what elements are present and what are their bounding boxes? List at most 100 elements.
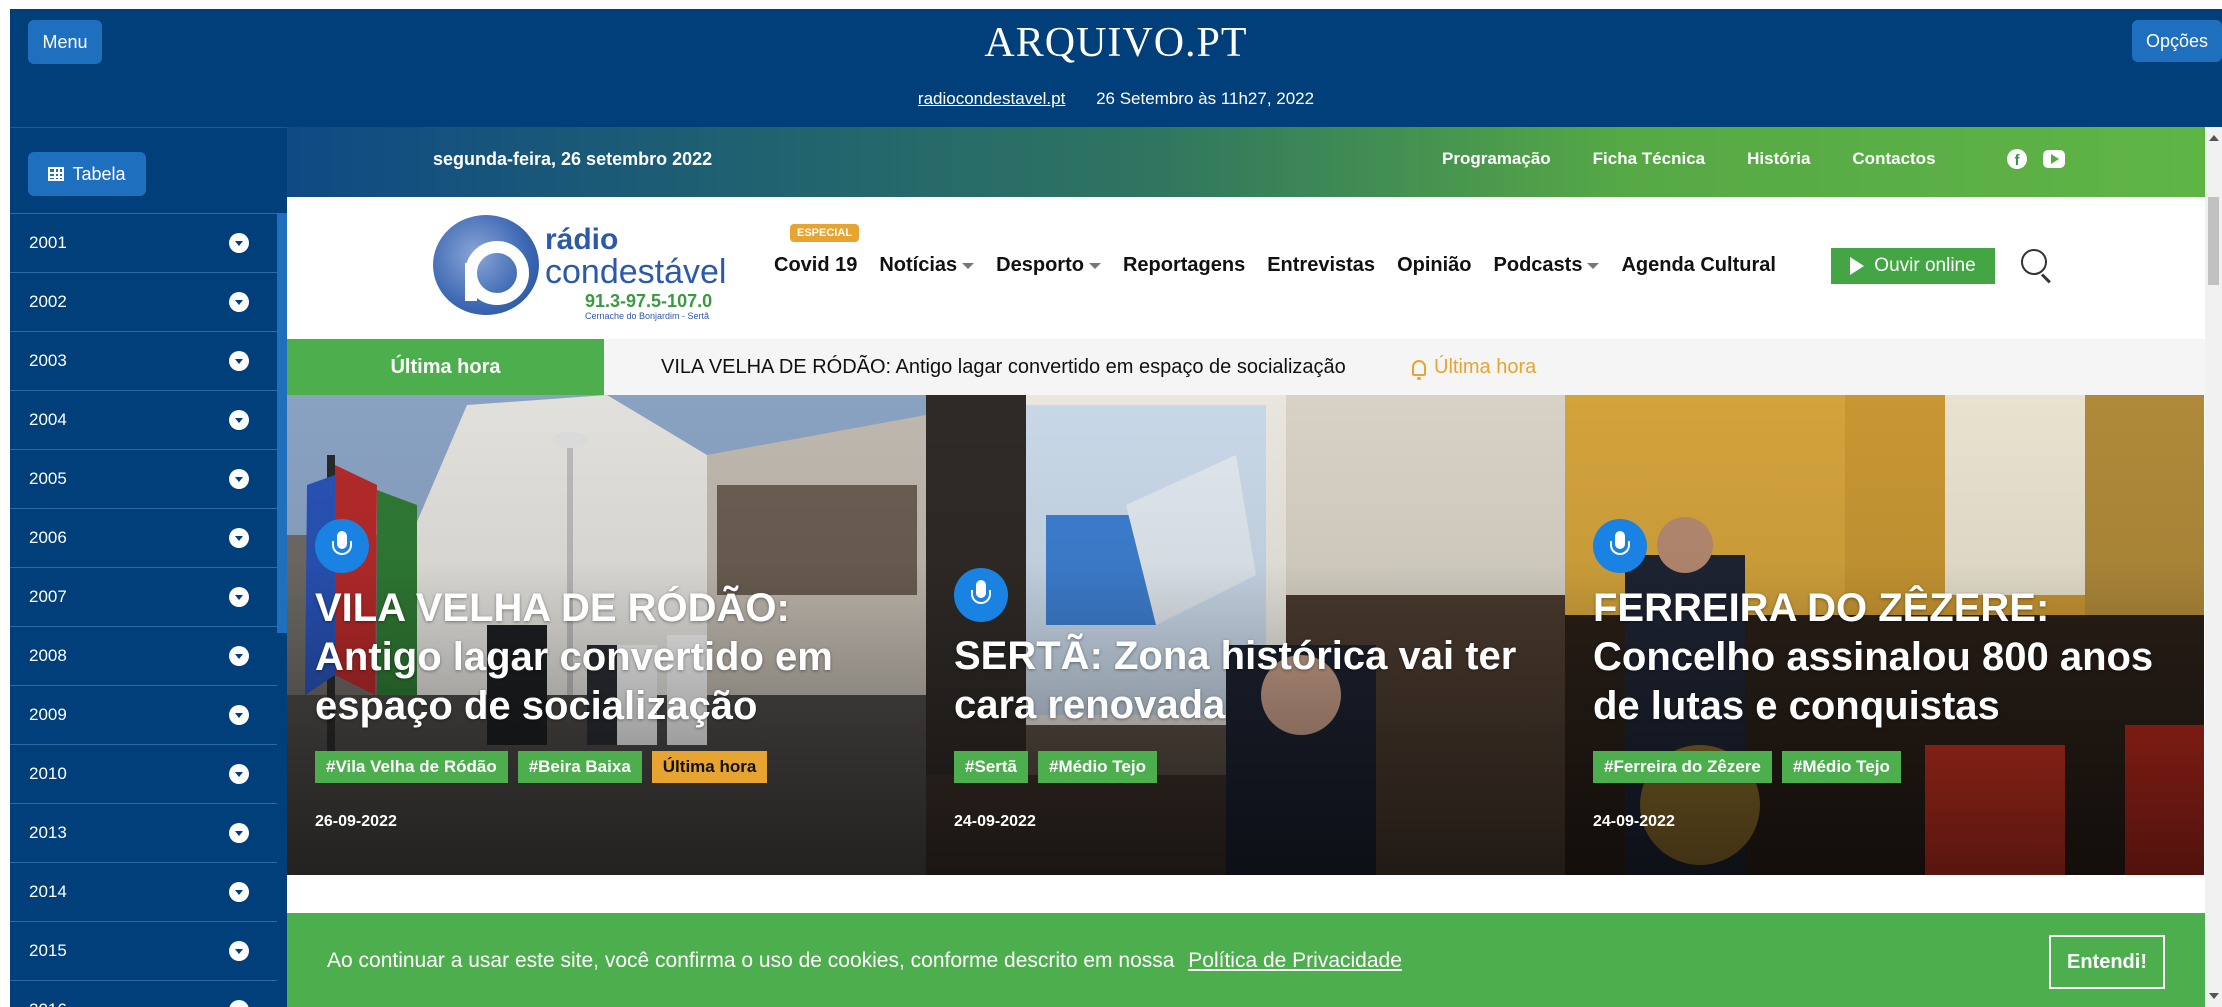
tag-link[interactable]: #Sertã <box>954 751 1028 783</box>
archived-url-link[interactable]: radiocondestavel.pt <box>918 89 1065 108</box>
year-label: 2010 <box>29 764 67 783</box>
top-link-historia[interactable]: História <box>1747 149 1810 169</box>
nav-entrevistas[interactable]: Entrevistas <box>1267 254 1375 277</box>
scroll-down-icon[interactable] <box>2209 993 2219 999</box>
chevron-down-icon[interactable] <box>229 646 249 666</box>
logo-location: Cernache do Bonjardim - Sertã <box>585 311 710 321</box>
tag-link[interactable]: #Vila Velha de Ródão <box>315 751 508 783</box>
breaking-news-tag[interactable]: Última hora <box>1412 356 1537 380</box>
nav-label: Entrevistas <box>1267 254 1376 276</box>
news-card[interactable]: FERREIRA DO ZÊZERE: Concelho assinalou 8… <box>1565 395 2204 875</box>
news-date: 24-09-2022 <box>1593 813 1675 830</box>
listen-online-label: Ouvir online <box>1874 255 1976 276</box>
year-label: 2008 <box>29 646 67 665</box>
tag-link[interactable]: #Beira Baixa <box>517 751 642 783</box>
chevron-down-icon[interactable] <box>229 233 249 253</box>
news-date: 26-09-2022 <box>315 813 397 830</box>
site-top-bar: segunda-feira, 26 setembro 2022 Programa… <box>287 127 2205 197</box>
play-icon <box>1850 257 1865 275</box>
scrollbar-thumb[interactable] <box>2208 197 2219 285</box>
year-item[interactable]: 2007 <box>10 567 277 626</box>
year-item[interactable]: 2016 <box>10 980 277 1007</box>
news-title[interactable]: SERTÃ: Zona histórica vai ter cara renov… <box>954 632 1554 730</box>
year-item[interactable]: 2015 <box>10 921 277 980</box>
listen-online-button[interactable]: Ouvir online <box>1831 248 1995 284</box>
chevron-down-icon[interactable] <box>229 764 249 784</box>
top-link-programacao[interactable]: Programação <box>1442 149 1551 169</box>
nav-label: Desporto <box>996 254 1084 276</box>
nav-reportagens[interactable]: Reportagens <box>1123 254 1245 277</box>
year-label: 2013 <box>29 823 67 842</box>
page-scrollbar[interactable] <box>2205 127 2222 1007</box>
nav-label: Covid 19 <box>774 254 858 276</box>
tag-link[interactable]: Última hora <box>651 751 768 783</box>
year-item[interactable]: 2009 <box>10 685 277 744</box>
year-label: 2002 <box>29 292 67 311</box>
year-label: 2007 <box>29 587 67 606</box>
logo-mark-icon <box>433 215 539 315</box>
year-item[interactable]: 2005 <box>10 449 277 508</box>
scroll-up-icon[interactable] <box>2209 135 2219 141</box>
nav-noticias[interactable]: Notícias <box>879 254 975 277</box>
table-view-button[interactable]: Tabela <box>28 152 146 196</box>
year-label: 2005 <box>29 469 67 488</box>
chevron-down-icon[interactable] <box>229 1000 249 1007</box>
nav-label: Reportagens <box>1122 254 1246 276</box>
chevron-down-icon[interactable] <box>229 469 249 489</box>
caret-down-icon <box>962 262 975 269</box>
tag-link[interactable]: #Médio Tejo <box>1037 751 1157 783</box>
cookie-accept-button[interactable]: Entendi! <box>2049 935 2165 989</box>
chevron-down-icon[interactable] <box>229 351 249 371</box>
cookie-banner: Ao continuar a usar este site, você conf… <box>287 913 2205 1007</box>
breaking-tag-label: Última hora <box>1434 356 1537 378</box>
nav-agenda-cultural[interactable]: Agenda Cultural <box>1621 254 1775 277</box>
year-item[interactable]: 2006 <box>10 508 277 567</box>
chevron-down-icon[interactable] <box>229 823 249 843</box>
chevron-down-icon[interactable] <box>229 528 249 548</box>
year-item[interactable]: 2013 <box>10 803 277 862</box>
tag-link[interactable]: #Ferreira do Zêzere <box>1593 751 1772 783</box>
nav-label: Podcasts <box>1493 254 1583 276</box>
tag-link[interactable]: #Médio Tejo <box>1781 751 1901 783</box>
news-card[interactable]: SERTÃ: Zona histórica vai ter cara renov… <box>926 395 1565 875</box>
chevron-down-icon[interactable] <box>229 705 249 725</box>
youtube-icon[interactable] <box>2043 150 2065 168</box>
privacy-policy-link[interactable]: Política de Privacidade <box>1188 949 1402 972</box>
year-list: 2001 2002 2003 2004 2005 2006 2007 2008 … <box>10 213 277 1007</box>
table-icon <box>48 167 65 181</box>
news-card[interactable]: VILA VELHA DE RÓDÃO: Antigo lagar conver… <box>287 395 926 875</box>
nav-podcasts[interactable]: Podcasts <box>1494 254 1600 277</box>
news-title[interactable]: VILA VELHA DE RÓDÃO: Antigo lagar conver… <box>315 584 915 731</box>
chevron-down-icon[interactable] <box>229 941 249 961</box>
year-label: 2006 <box>29 528 67 547</box>
news-tags: #Sertã #Médio Tejo <box>954 751 1157 783</box>
site-logo[interactable]: rádio condestável 91.3-97.5-107.0 Cernac… <box>433 209 743 327</box>
logo-text-name: condestável <box>545 253 727 291</box>
top-link-contactos[interactable]: Contactos <box>1852 149 1935 169</box>
chevron-down-icon[interactable] <box>229 410 249 430</box>
sidebar-scrollbar[interactable] <box>277 213 287 633</box>
news-tags: #Ferreira do Zêzere #Médio Tejo <box>1593 751 1901 783</box>
year-item[interactable]: 2008 <box>10 626 277 685</box>
year-label: 2003 <box>29 351 67 370</box>
nav-covid19[interactable]: ESPECIAL Covid 19 <box>774 224 860 277</box>
chevron-down-icon[interactable] <box>229 587 249 607</box>
search-icon[interactable] <box>2019 247 2055 283</box>
year-item[interactable]: 2002 <box>10 272 277 331</box>
year-item[interactable]: 2014 <box>10 862 277 921</box>
chevron-down-icon[interactable] <box>229 882 249 902</box>
facebook-icon[interactable]: f <box>2007 149 2027 169</box>
year-item[interactable]: 2003 <box>10 331 277 390</box>
breaking-news-headline[interactable]: VILA VELHA DE RÓDÃO: Antigo lagar conver… <box>661 356 1346 379</box>
nav-desporto[interactable]: Desporto <box>996 254 1101 277</box>
news-title[interactable]: FERREIRA DO ZÊZERE: Concelho assinalou 8… <box>1593 584 2193 731</box>
year-item[interactable]: 2004 <box>10 390 277 449</box>
top-link-ficha-tecnica[interactable]: Ficha Técnica <box>1593 149 1705 169</box>
year-label: 2004 <box>29 410 67 429</box>
nav-opiniao[interactable]: Opinião <box>1397 254 1471 277</box>
chevron-down-icon[interactable] <box>229 292 249 312</box>
options-button[interactable]: Opções <box>2132 20 2222 62</box>
year-item[interactable]: 2001 <box>10 213 277 272</box>
year-item[interactable]: 2010 <box>10 744 277 803</box>
arquivo-logo[interactable]: ARQUIVO.PT <box>10 19 2222 67</box>
